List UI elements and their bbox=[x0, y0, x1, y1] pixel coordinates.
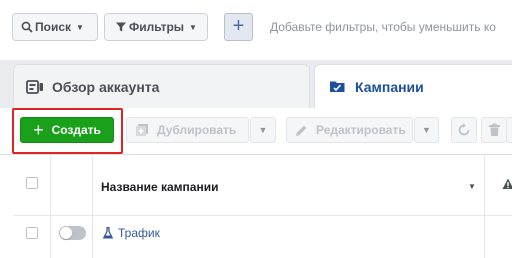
chevron-down-icon: ▼ bbox=[258, 125, 268, 135]
search-button[interactable]: Поиск ▼ bbox=[12, 13, 98, 41]
toggle-knob bbox=[60, 227, 72, 239]
more-actions-button[interactable] bbox=[506, 117, 512, 143]
sort-caret-icon[interactable]: ▼ bbox=[468, 182, 476, 191]
trash-icon bbox=[488, 123, 501, 137]
search-label: Поиск bbox=[35, 20, 72, 34]
chevron-down-icon: ▼ bbox=[76, 22, 84, 32]
account-overview-icon bbox=[26, 79, 44, 94]
duplicate-label: Дублировать bbox=[157, 123, 237, 137]
warning-icon bbox=[502, 177, 512, 195]
tab-campaigns[interactable]: Кампании bbox=[314, 64, 512, 108]
duplicate-menu-button[interactable]: ▼ bbox=[250, 117, 276, 143]
add-filter-button[interactable]: + bbox=[224, 13, 253, 41]
column-divider bbox=[92, 155, 93, 258]
filter-bar: Поиск ▼ Фильтры ▼ + Добавьте фильтры, чт… bbox=[0, 0, 512, 60]
column-divider bbox=[484, 155, 485, 258]
filters-label: Фильтры bbox=[129, 20, 185, 34]
column-header-campaign-name[interactable]: Название кампании bbox=[101, 180, 218, 194]
filter-hint-text: Добавьте фильтры, чтобы уменьшить ко bbox=[270, 20, 496, 34]
pencil-icon bbox=[295, 124, 308, 137]
tabs-bar: Обзор аккаунта Кампании bbox=[0, 60, 512, 108]
campaigns-table: Название кампании ▼ Трафик bbox=[14, 155, 512, 258]
select-all-checkbox[interactable] bbox=[26, 177, 38, 189]
filters-button[interactable]: Фильтры ▼ bbox=[104, 13, 208, 41]
campaign-name-text: Трафик bbox=[118, 226, 160, 240]
tab-account-overview-label: Обзор аккаунта bbox=[52, 78, 160, 95]
funnel-icon bbox=[113, 21, 129, 33]
edit-label: Редактировать bbox=[316, 123, 406, 137]
row-divider bbox=[14, 215, 512, 216]
refresh-button[interactable] bbox=[451, 117, 477, 143]
campaign-toggle[interactable] bbox=[59, 226, 86, 240]
flask-icon bbox=[103, 227, 113, 239]
edit-menu-button[interactable]: ▼ bbox=[414, 117, 439, 143]
duplicate-button[interactable]: Дублировать bbox=[126, 117, 249, 143]
duplicate-icon bbox=[135, 123, 149, 137]
tab-account-overview[interactable]: Обзор аккаунта bbox=[13, 64, 310, 108]
campaign-name-link[interactable]: Трафик bbox=[103, 226, 160, 240]
refresh-icon bbox=[457, 123, 471, 137]
chevron-down-icon: ▼ bbox=[189, 22, 197, 32]
row-checkbox[interactable] bbox=[26, 227, 38, 239]
search-icon bbox=[19, 21, 35, 33]
tab-campaigns-label: Кампании bbox=[355, 78, 424, 95]
folder-icon bbox=[329, 79, 347, 94]
column-divider bbox=[50, 155, 51, 258]
chevron-down-icon: ▼ bbox=[422, 125, 431, 135]
create-button-highlight bbox=[12, 108, 123, 154]
edit-button[interactable]: Редактировать bbox=[286, 117, 413, 143]
delete-button[interactable] bbox=[481, 117, 507, 143]
